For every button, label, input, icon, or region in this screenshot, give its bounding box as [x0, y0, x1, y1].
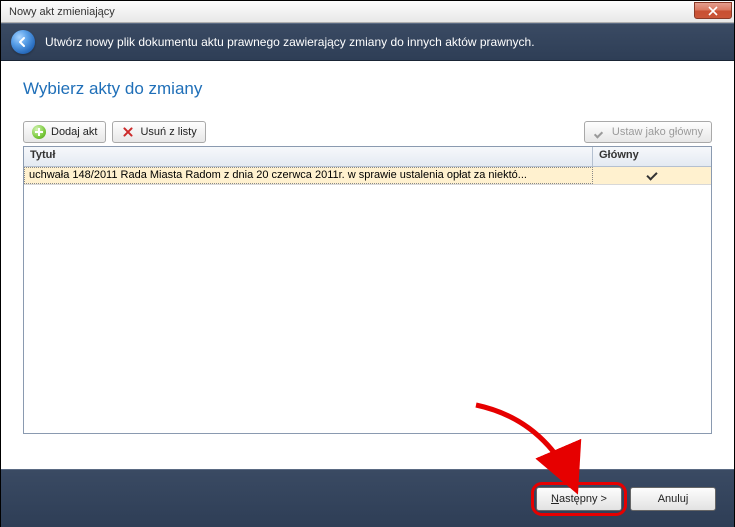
titlebar: Nowy akt zmieniający: [1, 1, 734, 23]
close-icon: [708, 6, 718, 16]
window-title: Nowy akt zmieniający: [5, 6, 115, 18]
checkmark-icon: [646, 170, 658, 182]
next-label-rest: astępny >: [559, 493, 607, 505]
content-area: Wybierz akty do zmiany Dodaj akt Usuń z …: [1, 61, 734, 469]
row-title-cell[interactable]: uchwała 148/2011 Rada Miasta Radom z dni…: [24, 167, 593, 184]
remove-from-list-button[interactable]: Usuń z listy: [112, 121, 205, 143]
column-header-main[interactable]: Główny: [593, 147, 711, 166]
add-icon: [32, 125, 46, 139]
close-button[interactable]: [694, 2, 732, 19]
table-row[interactable]: uchwała 148/2011 Rada Miasta Radom z dni…: [24, 167, 711, 185]
delete-icon: [121, 125, 135, 139]
annotation-highlight: Następny >: [536, 487, 622, 511]
toolbar: Dodaj akt Usuń z listy Ustaw jako główny: [23, 121, 712, 143]
column-header-title[interactable]: Tytuł: [24, 147, 593, 166]
cancel-button[interactable]: Anuluj: [630, 487, 716, 511]
add-act-label: Dodaj akt: [51, 126, 97, 138]
back-arrow-icon: [11, 30, 35, 54]
set-main-label: Ustaw jako główny: [612, 126, 703, 138]
row-main-cell[interactable]: [593, 167, 711, 184]
remove-label: Usuń z listy: [140, 126, 196, 138]
banner: Utwórz nowy plik dokumentu aktu prawnego…: [1, 23, 734, 61]
next-button[interactable]: Następny >: [536, 487, 622, 511]
page-heading: Wybierz akty do zmiany: [23, 79, 712, 99]
next-mnemonic: N: [551, 493, 559, 505]
check-icon: [593, 125, 607, 139]
cancel-label: Anuluj: [658, 493, 689, 505]
banner-text: Utwórz nowy plik dokumentu aktu prawnego…: [45, 35, 535, 49]
acts-grid: Tytuł Główny uchwała 148/2011 Rada Miast…: [23, 146, 712, 434]
footer: Następny > Anuluj: [1, 469, 734, 527]
add-act-button[interactable]: Dodaj akt: [23, 121, 106, 143]
grid-header: Tytuł Główny: [24, 147, 711, 167]
set-main-button: Ustaw jako główny: [584, 121, 712, 143]
